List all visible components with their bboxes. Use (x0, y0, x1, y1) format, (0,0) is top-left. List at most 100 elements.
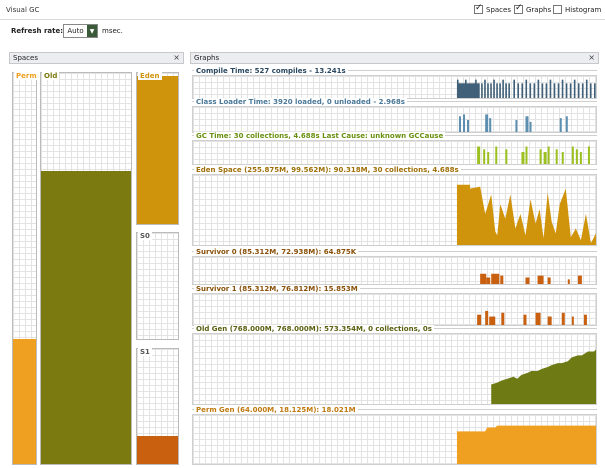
refresh-toolbar: Refresh rate: Auto ▼ msec. (0, 21, 605, 43)
activity-bar (483, 149, 486, 164)
close-icon[interactable]: × (588, 53, 595, 62)
activity-bar (529, 121, 532, 132)
chevron-down-icon[interactable]: ▼ (87, 25, 97, 37)
activity-bar (515, 119, 518, 132)
graphs-checkbox-box[interactable] (514, 3, 523, 14)
graphs-panel-header: Graphs × (190, 52, 599, 64)
gc-time-label: GC Time: 30 collections, 4.688s Last Cau… (194, 132, 446, 140)
activity-bar (585, 79, 588, 98)
spaces-panel-title: Spaces (13, 54, 38, 62)
class-loader-graph: Class Loader Time: 3920 loaded, 0 unload… (192, 98, 597, 133)
compile-time-plot (192, 75, 597, 99)
activity-bar (500, 275, 504, 284)
activity-bar (463, 114, 466, 132)
refresh-rate-select[interactable]: Auto ▼ (63, 24, 98, 38)
survivor0-bars (480, 273, 582, 284)
perm-space-label: Perm (14, 72, 39, 80)
activity-bar (529, 83, 532, 98)
eden-space-plot (192, 174, 597, 246)
survivor1-bars (477, 310, 587, 325)
eden-space-graph: Eden Space (255.875M, 99.562M): 90.318M,… (192, 166, 597, 246)
compile-time-graph: Compile Time: 527 compiles - 13.241s (192, 67, 597, 99)
activity-bar (521, 83, 524, 98)
class-loader-plot (192, 106, 597, 133)
activity-bar (561, 152, 564, 164)
graphs-checkbox-label: Graphs (526, 5, 552, 14)
activity-bar (489, 118, 492, 132)
activity-bar (525, 79, 528, 98)
histogram-checkbox-label: Histogram (565, 5, 602, 14)
old-gen-label: Old Gen (768.000M, 768.000M): 573.354M, … (194, 325, 434, 333)
old-gen-plot (192, 333, 597, 405)
histogram-checkbox[interactable]: Histogram (553, 5, 601, 14)
activity-bar (481, 83, 483, 98)
perm-gen-graph: Perm Gen (64.000M, 18.125M): 18.021M (192, 406, 597, 465)
gc-time-chart (477, 146, 590, 164)
activity-bar (571, 146, 574, 164)
activity-bar (525, 116, 529, 132)
activity-bar (477, 314, 482, 325)
activity-bar (569, 83, 572, 98)
activity-bar (561, 312, 565, 325)
activity-bar (490, 83, 492, 98)
spaces-checkbox-label: Spaces (486, 5, 511, 14)
activity-bar (489, 316, 496, 325)
s1-space-fill (137, 436, 178, 464)
activity-bar (496, 83, 498, 98)
activity-bar (589, 83, 592, 98)
activity-bar (477, 146, 481, 164)
compile-time-bars (456, 79, 596, 98)
class-loader-label: Class Loader Time: 3920 loaded, 0 unload… (194, 98, 407, 106)
close-icon[interactable]: × (173, 53, 180, 62)
refresh-rate-value: Auto (67, 27, 84, 35)
activity-bar (501, 312, 505, 325)
old-gen-area (491, 349, 596, 404)
s1-space-label: S1 (138, 348, 152, 356)
old-space-label: Old (42, 72, 60, 80)
activity-bar (521, 152, 525, 164)
eden-space-area (456, 184, 596, 245)
gc-time-plot (192, 140, 597, 165)
activity-bar (533, 83, 536, 98)
activity-bar (581, 83, 584, 98)
activity-bar (495, 146, 498, 164)
activity-bar (559, 118, 562, 132)
activity-bar (561, 79, 564, 98)
window-titlebar: Visual GC Spaces Graphs Histogram (0, 0, 605, 20)
perm-gen-plot (192, 414, 597, 465)
refresh-rate-label: Refresh rate: (11, 27, 64, 35)
survivor0-chart (480, 273, 582, 284)
eden-space: Eden (136, 72, 179, 225)
old-gen-chart (491, 349, 596, 404)
window-title: Visual GC (6, 6, 40, 14)
activity-bar (525, 146, 528, 164)
histogram-checkbox-box[interactable] (553, 5, 562, 14)
graphs-panel-title: Graphs (194, 54, 220, 62)
activity-bar (485, 114, 489, 132)
survivor0-label: Survivor 0 (85.312M, 72.938M): 64.875K (194, 248, 359, 256)
eden-space-label: Eden (138, 72, 162, 80)
activity-bar (573, 79, 576, 98)
activity-bar (508, 83, 510, 98)
activity-bar (553, 83, 556, 98)
perm-gen-chart (456, 425, 596, 464)
activity-bar (579, 152, 582, 164)
s0-space: S0 (136, 232, 179, 340)
graphs-checkbox[interactable]: Graphs (514, 3, 552, 14)
perm-space-fill (13, 338, 36, 464)
survivor1-graph: Survivor 1 (85.312M, 76.812M): 15.853M (192, 285, 597, 326)
activity-bar (575, 149, 578, 164)
activity-bar (565, 83, 568, 98)
perm-gen-label: Perm Gen (64.000M, 18.125M): 18.021M (194, 406, 358, 414)
compile-time-chart (456, 79, 596, 98)
refresh-unit-label: msec. (102, 27, 123, 35)
activity-bar (458, 116, 461, 132)
activity-bar (593, 83, 596, 98)
activity-bar (547, 277, 551, 284)
spaces-panel-header: Spaces × (9, 52, 184, 64)
perm-gen-area (456, 425, 596, 464)
eden-space-graph-label: Eden Space (255.875M, 99.562M): 90.318M,… (194, 166, 461, 174)
spaces-checkbox-box[interactable] (474, 3, 483, 14)
activity-bar (484, 79, 486, 98)
spaces-checkbox[interactable]: Spaces (474, 3, 511, 14)
